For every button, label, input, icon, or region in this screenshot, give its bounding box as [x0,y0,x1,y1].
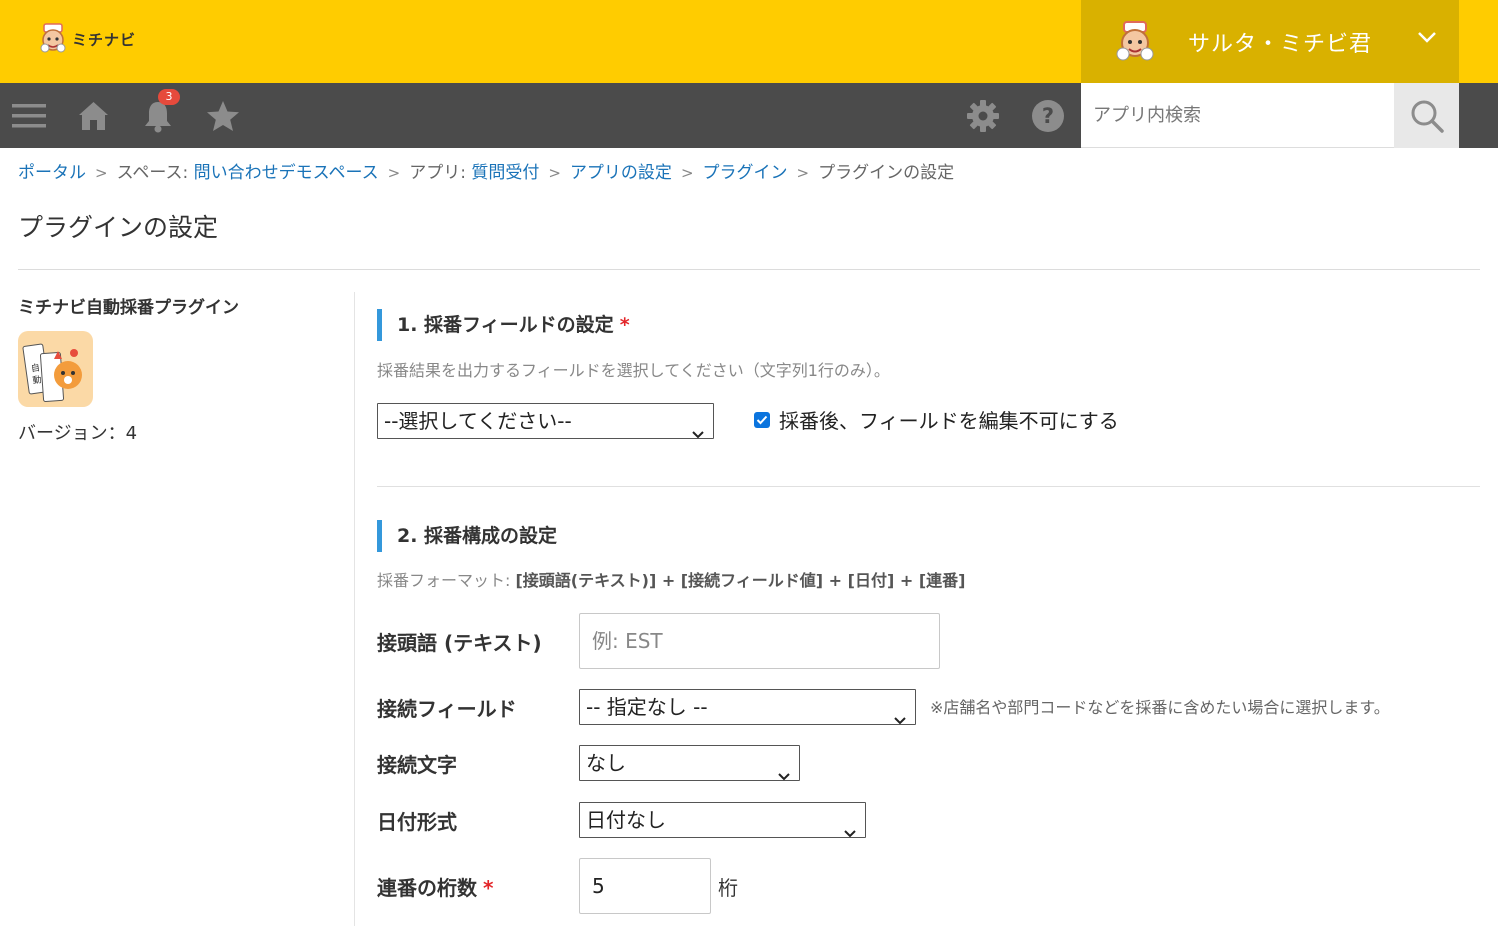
lock-field-option[interactable]: 採番後、フィールドを編集不可にする [754,405,1119,434]
prefix-field [579,613,940,669]
header-spacer [1459,0,1498,83]
chevron-down-icon [777,758,791,792]
select-value: -- 指定なし -- [586,695,708,719]
prefix-label: 接頭語 (テキスト) [377,631,542,655]
output-field-select[interactable]: --選択してください-- [377,403,714,439]
breadcrumb-plugins[interactable]: プラグイン [703,163,788,183]
chevron-down-icon [893,702,907,736]
search-icon [1411,100,1444,133]
date-format-label: 日付形式 [377,810,457,834]
section-title: 2. 採番構成の設定 [397,525,558,547]
select-value: 日付なし [586,808,666,832]
star-icon[interactable] [204,83,242,148]
page-title: プラグインの設定 [18,213,219,242]
breadcrumb-space-prefix: スペース: [116,163,194,183]
svg-text:動: 動 [32,374,42,386]
required-mark: * [619,314,630,336]
join-field-label: 接続フィールド [377,697,517,721]
format-prefix: 採番フォーマット: [377,571,516,590]
lock-field-checkbox[interactable] [754,411,770,428]
help-icon[interactable]: ? [1029,83,1067,148]
app-search [1081,83,1394,148]
search-input[interactable] [1081,83,1394,147]
breadcrumb-separator: > [796,164,810,182]
breadcrumb-separator: > [548,164,561,182]
nav-spacer [1459,83,1498,148]
user-menu[interactable]: サルタ・ミチビ君 [1081,0,1459,83]
section-description: 採番結果を出力するフィールドを選択してください（文字列1行のみ）。 [377,361,890,380]
breadcrumb-separator: > [95,164,108,182]
search-button[interactable] [1394,83,1459,148]
plugin-icon: 自 動 [18,331,93,407]
notification-badge: 3 [158,89,180,105]
date-format-select[interactable]: 日付なし [579,802,866,838]
digits-input[interactable] [592,859,710,913]
format-value: [接頭語(テキスト)] + [接続フィールド値] + [日付] + [連番] [515,571,966,590]
breadcrumb-app-prefix: アプリ: [409,163,472,183]
app-logo[interactable]: ミチナビ [38,22,136,56]
breadcrumb-separator: > [387,164,401,182]
divider [377,486,1480,487]
digits-field [579,858,711,914]
section-title: 1. 採番フィールドの設定 [397,314,614,336]
digits-label-row: 連番の桁数 * [377,872,493,901]
join-field-note: ※店舗名や部門コードなどを採番に含めたい場合に選択します。 [930,698,1390,717]
breadcrumb: ポータル > スペース: 問い合わせデモスペース > アプリ: 質問受付 > アプリの設定 >… [18,158,954,183]
breadcrumb-space[interactable]: 問い合わせデモスペース [194,163,379,183]
breadcrumb-separator: > [680,164,694,182]
home-icon[interactable] [75,83,111,148]
chevron-down-icon [691,416,705,450]
separator-label: 接続文字 [377,753,457,777]
chevron-down-icon [843,815,857,849]
top-header: ミチナビ サルタ・ミチビ君 [0,0,1498,83]
select-value: なし [586,751,626,775]
svg-text:?: ? [1042,104,1054,128]
plugin-name: ミチナビ自動採番プラグイン [18,298,239,318]
digits-unit: 桁 [718,876,738,900]
divider [18,269,1480,270]
logo-text: ミチナビ [72,30,137,49]
separator-select[interactable]: なし [579,745,800,781]
gear-icon[interactable] [964,83,1002,148]
lock-field-label: 採番後、フィールドを編集不可にする [779,409,1119,433]
prefix-input[interactable] [592,614,939,668]
breadcrumb-app-settings[interactable]: アプリの設定 [570,163,672,183]
select-value: --選択してください-- [384,409,572,433]
required-mark: * [483,876,494,900]
plugin-version: バージョン：4 [18,423,138,444]
format-description: 採番フォーマット: [接頭語(テキスト)] + [接続フィールド値] + [日付… [377,567,965,591]
section-heading-field: 1. 採番フィールドの設定 * [377,309,630,341]
menu-icon[interactable] [10,83,48,148]
breadcrumb-app[interactable]: 質問受付 [471,163,539,183]
section-heading-format: 2. 採番構成の設定 [377,520,557,552]
chevron-down-icon[interactable] [1417,29,1437,48]
digits-label: 連番の桁数 [377,876,477,900]
user-name: サルタ・ミチビ君 [1188,31,1373,57]
mascot-logo-icon [38,22,68,56]
join-field-select[interactable]: -- 指定なし -- [579,689,916,725]
breadcrumb-portal[interactable]: ポータル [18,163,86,183]
column-divider [354,292,355,926]
breadcrumb-current: プラグインの設定 [818,163,955,183]
avatar [1114,19,1156,65]
